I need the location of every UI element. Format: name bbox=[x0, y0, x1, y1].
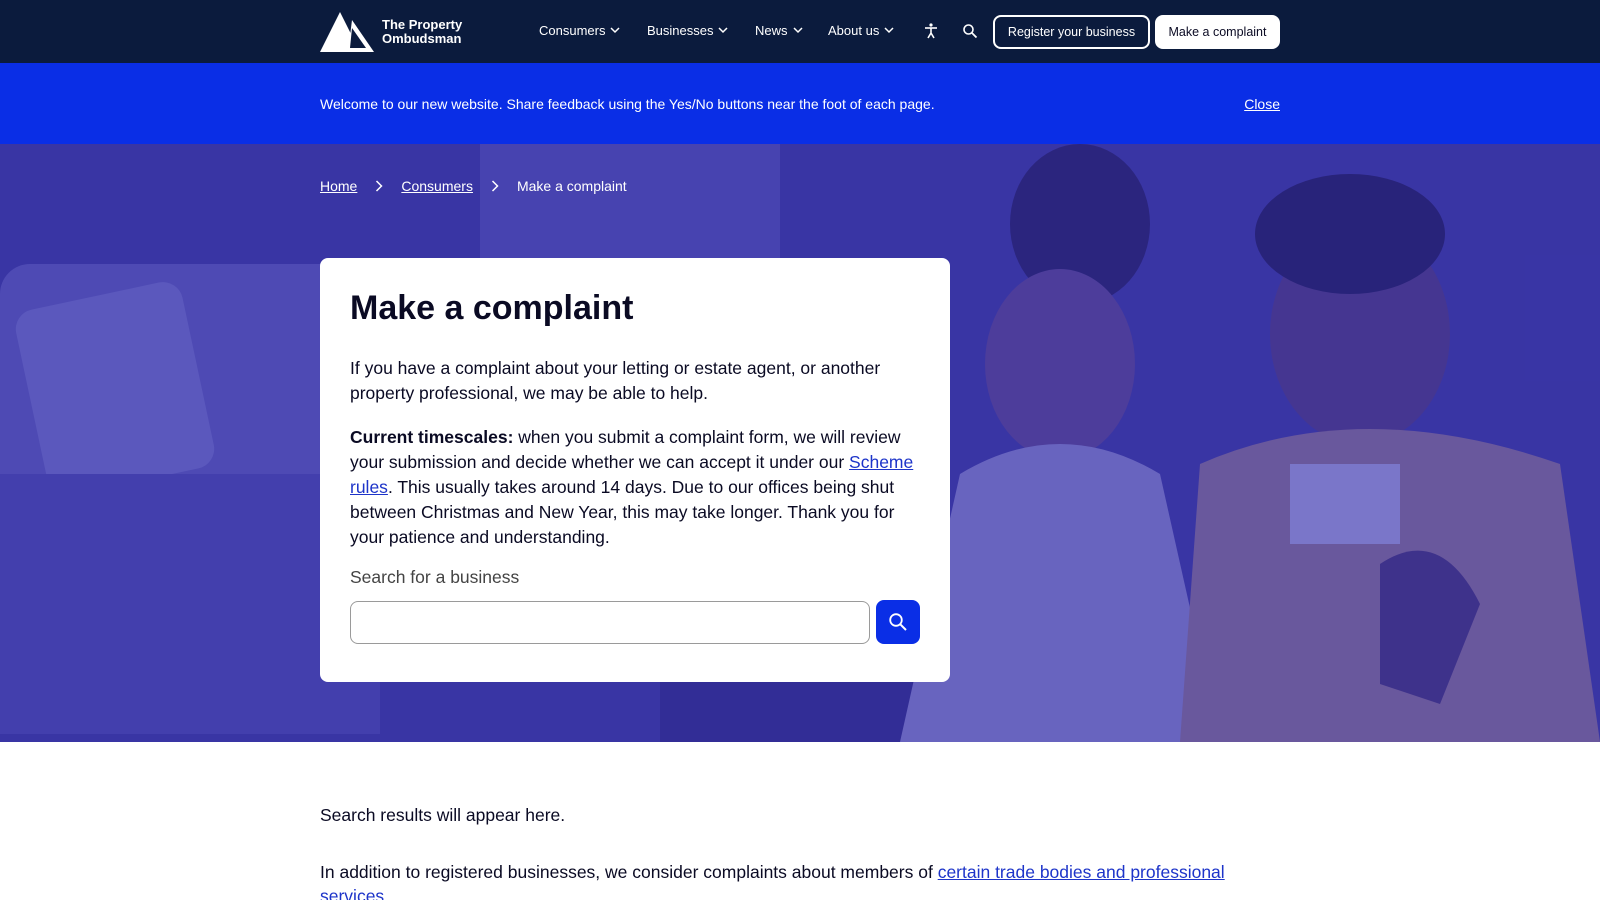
timescales-text: Current timescales: when you submit a co… bbox=[350, 425, 920, 550]
accessibility-button[interactable] bbox=[920, 20, 942, 42]
business-search-input[interactable] bbox=[350, 600, 871, 644]
chevron-right-icon bbox=[491, 180, 499, 192]
page-title: Make a complaint bbox=[350, 289, 634, 327]
nav-label: Consumers bbox=[539, 23, 606, 38]
trade-bodies-end: . bbox=[384, 886, 390, 900]
breadcrumb-current: Make a complaint bbox=[516, 178, 627, 194]
chevron-right-icon bbox=[376, 180, 383, 192]
intro-text: If you have a complaint about your letti… bbox=[350, 358, 881, 403]
breadcrumb-home-link[interactable]: Home bbox=[320, 178, 357, 194]
chevron-down-icon bbox=[610, 27, 620, 34]
search-business-label: Search for a business bbox=[350, 567, 520, 587]
business-search-form bbox=[350, 600, 920, 644]
complaint-card: Make a complaint If you have a complaint… bbox=[320, 258, 950, 682]
search-icon bbox=[889, 613, 907, 631]
header-search-button[interactable] bbox=[959, 20, 981, 42]
nav-label: News bbox=[755, 23, 788, 38]
make-complaint-header-button[interactable]: Make a complaint bbox=[1155, 15, 1280, 49]
search-results-placeholder: Search results will appear here. bbox=[320, 805, 566, 825]
logo-line-2: Ombudsman bbox=[382, 31, 462, 46]
trade-bodies-text: In addition to registered businesses, we… bbox=[320, 860, 1280, 900]
breadcrumb: Home Consumers Make a complaint bbox=[320, 178, 627, 194]
breadcrumb-separator bbox=[491, 180, 499, 192]
breadcrumb-separator bbox=[375, 180, 383, 192]
banner-message: Welcome to our new website. Share feedba… bbox=[320, 96, 935, 112]
chevron-down-icon bbox=[718, 27, 729, 34]
hero-section: Home Consumers Make a complaint Make a c… bbox=[0, 144, 1600, 742]
nav-label: Businesses bbox=[647, 23, 714, 38]
nav-news[interactable]: News bbox=[755, 23, 803, 38]
business-search-button[interactable] bbox=[876, 600, 920, 644]
nav-label: About us bbox=[828, 23, 880, 38]
timescales-text-part-2: . This usually takes around 14 days. Due… bbox=[350, 477, 895, 547]
chevron-down-icon bbox=[884, 27, 894, 34]
top-navigation: The Property Ombudsman Consumers Busines… bbox=[0, 0, 1600, 63]
breadcrumb-consumers-link[interactable]: Consumers bbox=[401, 178, 473, 194]
nav-about-us[interactable]: About us bbox=[828, 23, 894, 38]
logo-line-1: The Property bbox=[382, 17, 463, 32]
search-icon bbox=[963, 24, 978, 39]
trade-bodies-intro: In addition to registered businesses, we… bbox=[320, 862, 938, 882]
register-business-button[interactable]: Register your business bbox=[993, 15, 1150, 49]
site-logo[interactable]: The Property Ombudsman bbox=[320, 12, 462, 52]
accessibility-icon bbox=[925, 23, 937, 39]
nav-consumers[interactable]: Consumers bbox=[539, 23, 620, 38]
chevron-down-icon bbox=[792, 27, 803, 34]
timescales-label: Current timescales: bbox=[350, 427, 514, 447]
nav-businesses[interactable]: Businesses bbox=[647, 23, 729, 38]
welcome-banner: Welcome to our new website. Share feedba… bbox=[0, 63, 1600, 144]
banner-close-link[interactable]: Close bbox=[1244, 96, 1280, 112]
logo-triangle-icon bbox=[320, 12, 374, 52]
